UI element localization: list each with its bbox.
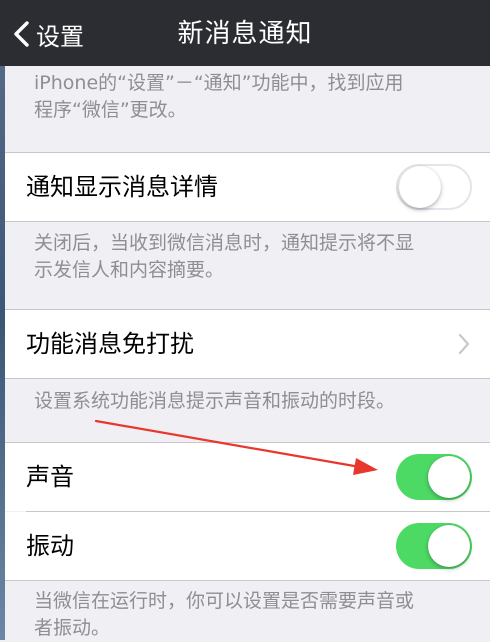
bottom-footnote: 当微信在运行时，你可以设置是否需要声音或 者振动。 bbox=[34, 588, 470, 642]
vibration-cell: 振动 bbox=[0, 512, 490, 580]
vibration-label: 振动 bbox=[26, 532, 74, 560]
do-not-disturb-footnote: 设置系统功能消息提示声音和振动的时段。 bbox=[34, 390, 396, 412]
do-not-disturb-label: 功能消息免打扰 bbox=[26, 330, 194, 358]
show-details-footnote-line-1: 关闭后，当收到微信消息时，通知提示将不显 bbox=[34, 232, 415, 254]
sound-toggle[interactable] bbox=[396, 454, 472, 500]
show-details-footnote: 关闭后，当收到微信消息时，通知提示将不显 示发信人和内容摘要。 bbox=[34, 230, 470, 284]
divider bbox=[0, 378, 490, 379]
page-title: 新消息通知 bbox=[177, 19, 313, 49]
divider bbox=[0, 580, 490, 581]
sound-label: 声音 bbox=[26, 463, 74, 491]
show-details-footnote-line-2: 示发信人和内容摘要。 bbox=[34, 259, 225, 281]
divider bbox=[0, 221, 490, 222]
navigation-bar: 设置 新消息通知 bbox=[0, 0, 490, 66]
sound-cell: 声音 bbox=[0, 443, 490, 511]
show-details-label: 通知显示消息详情 bbox=[26, 173, 218, 201]
show-details-toggle[interactable] bbox=[396, 164, 472, 210]
background-app-edge bbox=[0, 0, 5, 640]
bottom-footnote-line-1: 当微信在运行时，你可以设置是否需要声音或 bbox=[34, 590, 415, 612]
toggle-knob bbox=[399, 166, 441, 208]
top-footnote-line-1: iPhone的“设置”－“通知”功能中，找到应用 bbox=[34, 72, 404, 94]
top-footnote-line-2: 程序“微信”更改。 bbox=[34, 99, 187, 121]
vibration-toggle[interactable] bbox=[396, 523, 472, 569]
bottom-footnote-line-2: 者振动。 bbox=[34, 617, 111, 639]
chevron-right-icon bbox=[458, 333, 470, 359]
settings-list[interactable]: iPhone的“设置”－“通知”功能中，找到应用 程序“微信”更改。 通知显示消… bbox=[0, 66, 490, 640]
toggle-knob bbox=[428, 525, 470, 567]
do-not-disturb-cell[interactable]: 功能消息免打扰 bbox=[0, 310, 490, 378]
toggle-knob bbox=[428, 456, 470, 498]
top-footnote: iPhone的“设置”－“通知”功能中，找到应用 程序“微信”更改。 bbox=[34, 70, 470, 124]
show-details-cell: 通知显示消息详情 bbox=[0, 153, 490, 221]
